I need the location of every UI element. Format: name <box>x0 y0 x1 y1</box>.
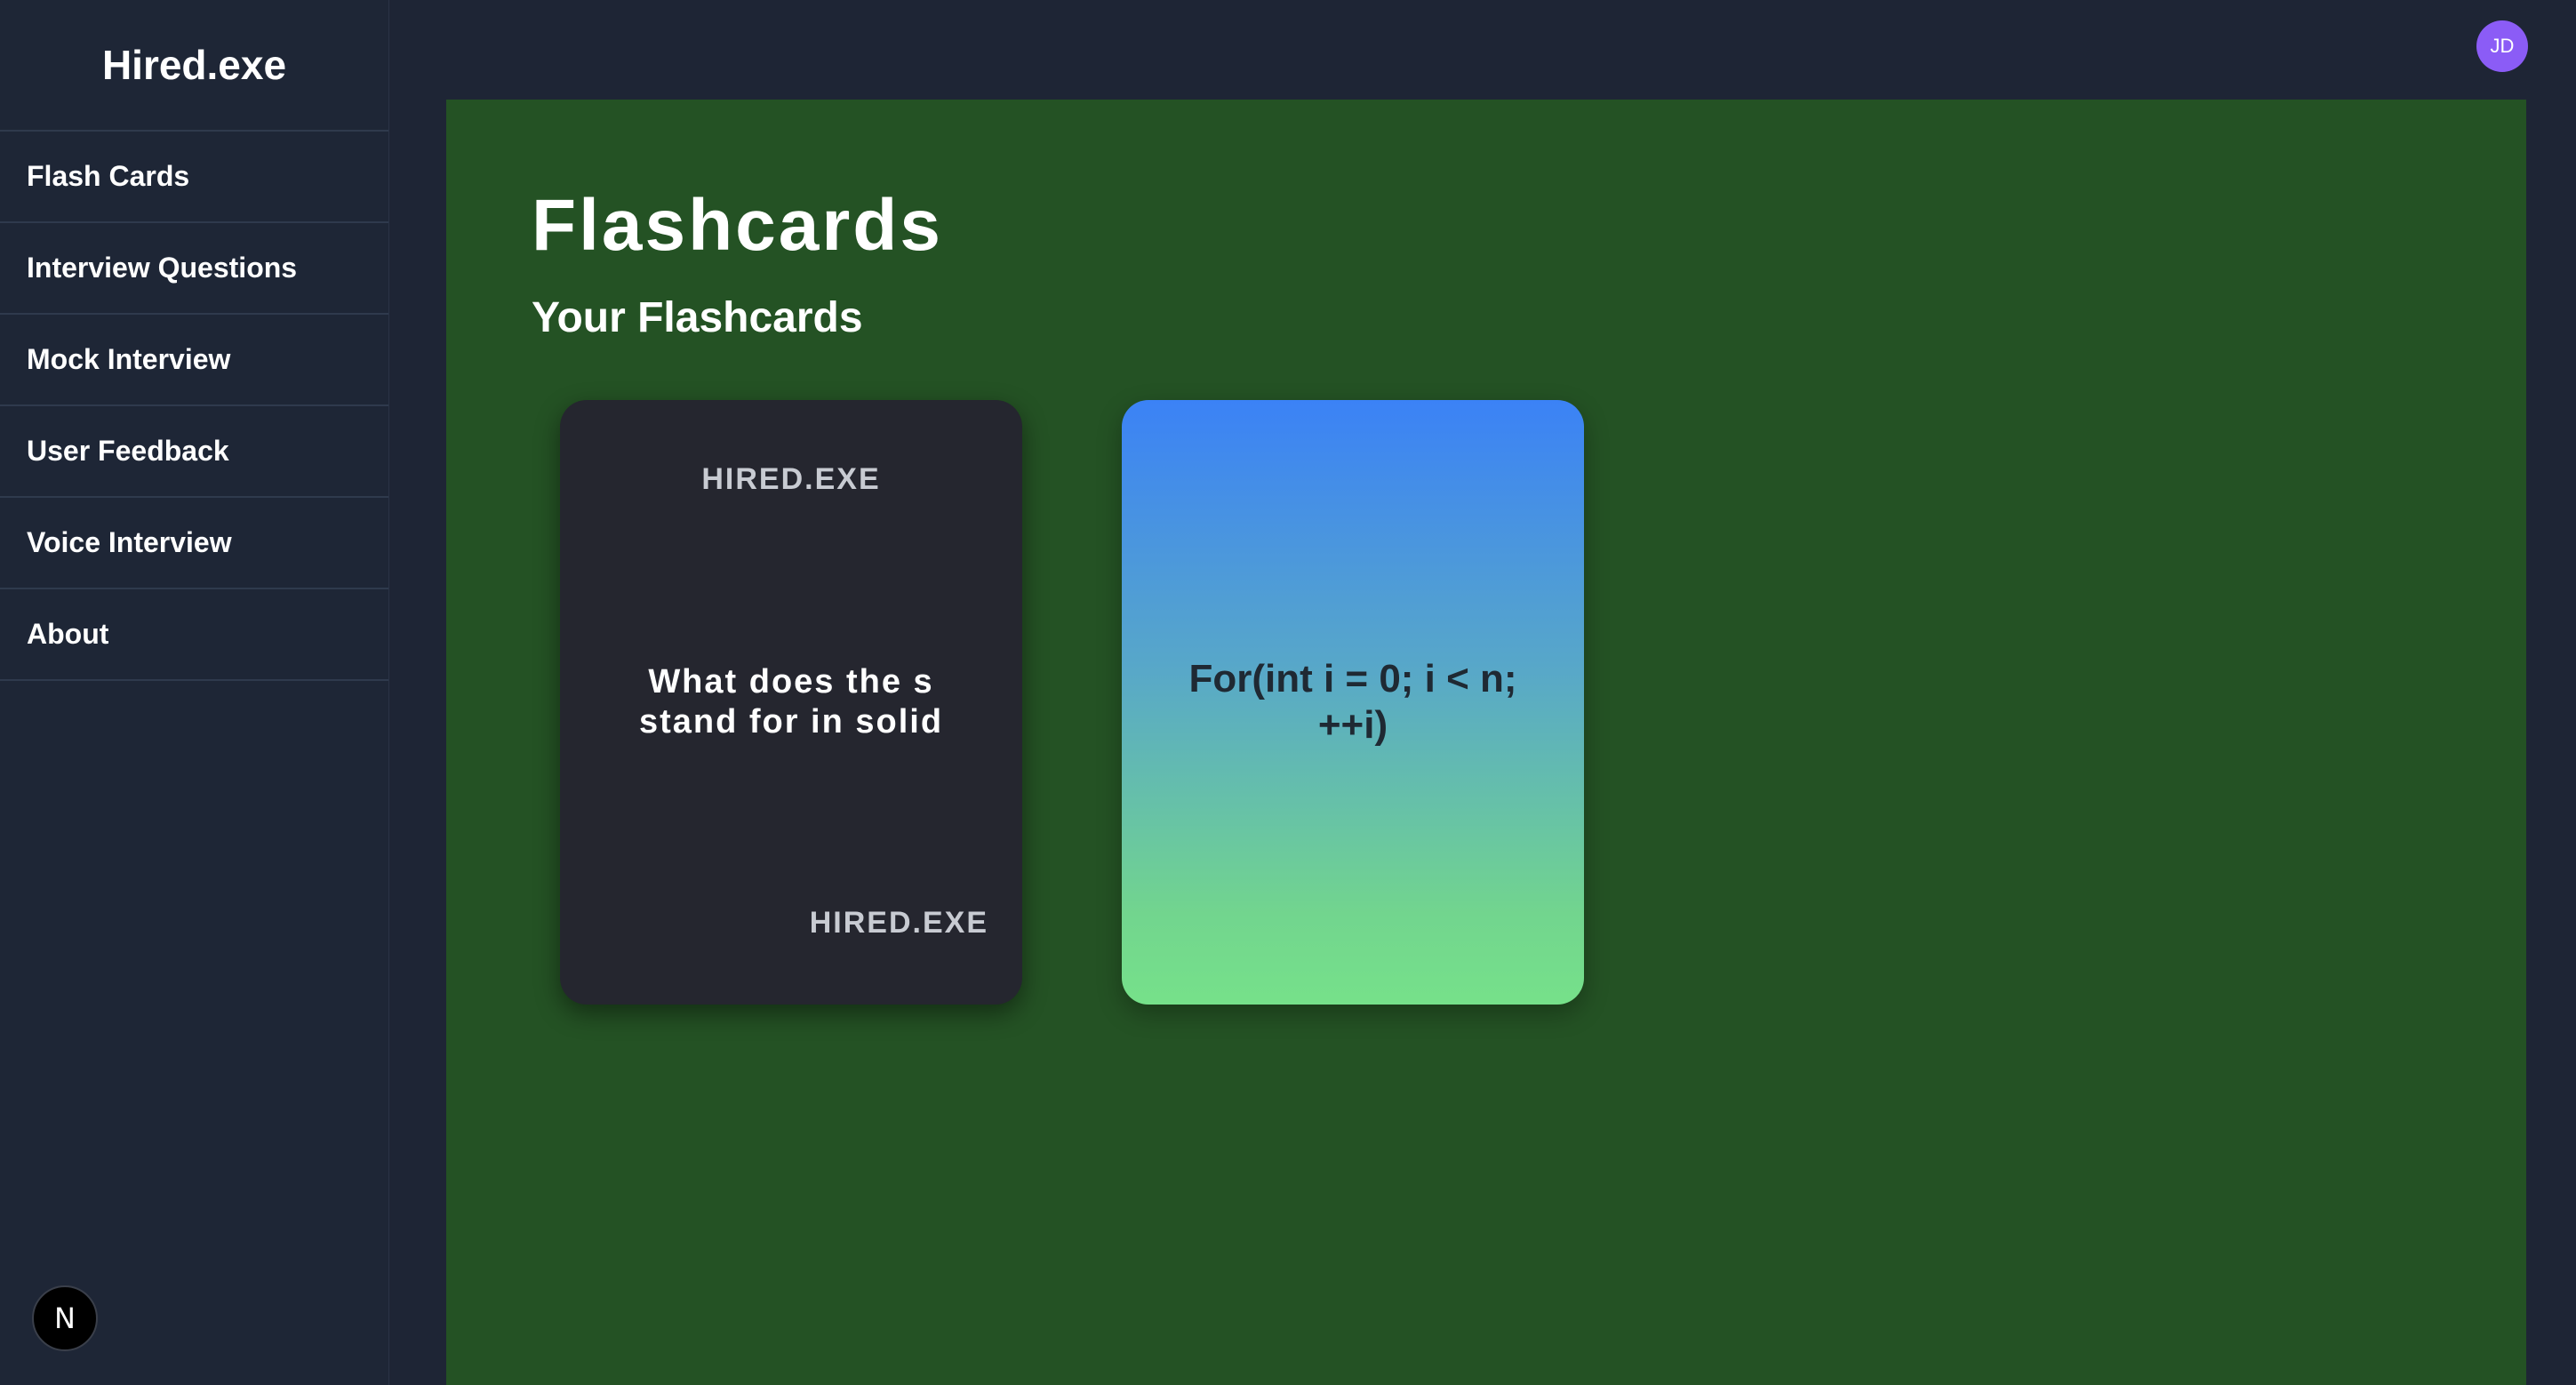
sidebar-item-flash-cards[interactable]: Flash Cards <box>0 132 388 223</box>
main-panel: Flashcards Your Flashcards HIRED.EXE Wha… <box>446 100 2526 1385</box>
app-brand[interactable]: Hired.exe <box>0 0 388 132</box>
sidebar-item-mock-interview[interactable]: Mock Interview <box>0 315 388 406</box>
framework-badge-icon[interactable]: N <box>32 1285 98 1351</box>
flashcard-gradient[interactable]: For(int i = 0; i < n; ++i) <box>1122 400 1584 1005</box>
section-title: Your Flashcards <box>532 294 863 341</box>
user-avatar[interactable]: JD <box>2476 20 2528 72</box>
flashcard-answer: For(int i = 0; i < n; ++i) <box>1188 657 1517 747</box>
sidebar: Hired.exe Flash Cards Interview Question… <box>0 0 389 1385</box>
card-brand-bottom: HIRED.EXE <box>809 906 988 940</box>
sidebar-item-about[interactable]: About <box>0 589 388 681</box>
sidebar-item-interview-questions[interactable]: Interview Questions <box>0 223 388 315</box>
page-title: Flashcards <box>532 185 943 266</box>
sidebar-item-user-feedback[interactable]: User Feedback <box>0 406 388 498</box>
sidebar-item-voice-interview[interactable]: Voice Interview <box>0 498 388 589</box>
flashcard-dark[interactable]: HIRED.EXE What does the s stand for in s… <box>560 400 1022 1005</box>
